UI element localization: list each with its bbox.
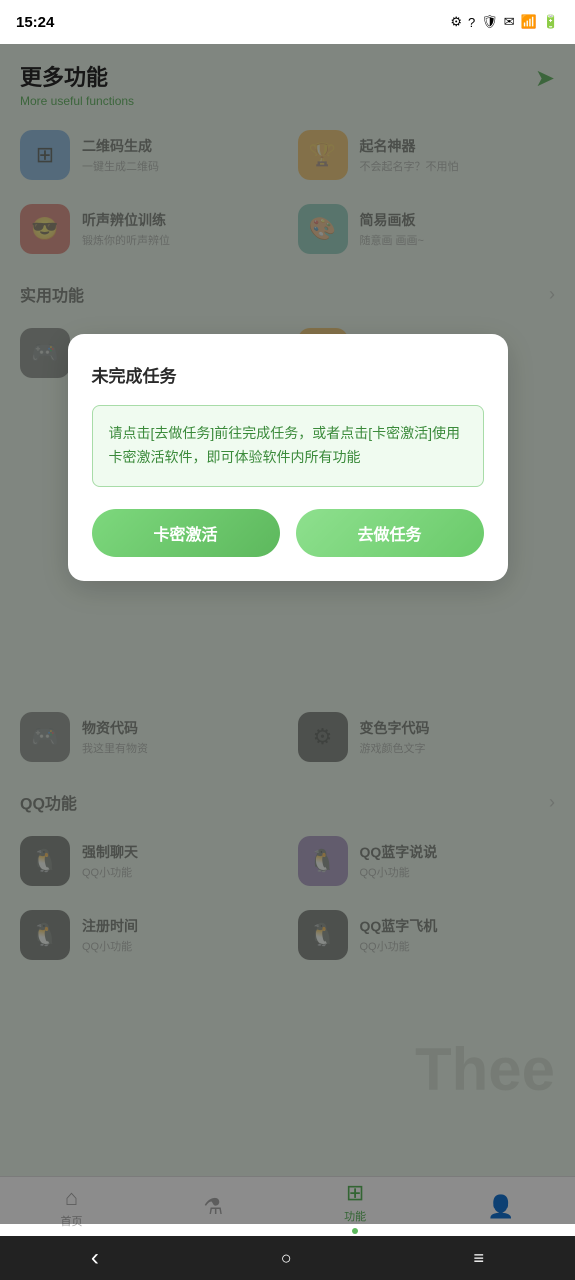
status-icons: ⚙ ? 🛡 ✉ 📶 🔋 [450, 14, 559, 30]
task-button[interactable]: 去做任务 [296, 509, 484, 557]
mail-icon: ✉ [504, 14, 515, 30]
status-time: 15:24 [16, 14, 54, 31]
modal-overlay[interactable] [0, 44, 575, 1224]
dialog-buttons: 卡密激活 去做任务 [92, 509, 484, 557]
system-nav: ‹ ○ ≡ [0, 1236, 575, 1280]
settings-icon: ⚙ [450, 14, 462, 30]
battery-icon: 🔋 [543, 14, 559, 30]
menu-button[interactable]: ≡ [474, 1248, 485, 1269]
question-icon: ? [468, 15, 475, 30]
activate-button[interactable]: 卡密激活 [92, 509, 280, 557]
home-button[interactable]: ○ [281, 1248, 292, 1269]
dialog-title: 未完成任务 [92, 362, 484, 387]
dialog: 未完成任务 请点击[去做任务]前往完成任务，或者点击[卡密激活]使用卡密激活软件… [68, 334, 508, 581]
signal-icon: 📶 [521, 14, 537, 30]
status-bar: 15:24 ⚙ ? 🛡 ✉ 📶 🔋 [0, 0, 575, 44]
dialog-message-box: 请点击[去做任务]前往完成任务，或者点击[卡密激活]使用卡密激活软件，即可体验软… [92, 405, 484, 487]
main-content: 更多功能 More useful functions ➤ ⊞ 二维码生成 一键生… [0, 44, 575, 1224]
dialog-message: 请点击[去做任务]前往完成任务，或者点击[卡密激活]使用卡密激活软件，即可体验软… [109, 422, 467, 470]
func-nav-dot [352, 1228, 358, 1234]
back-button[interactable]: ‹ [91, 1244, 99, 1272]
shield-icon: 🛡 [481, 14, 498, 30]
